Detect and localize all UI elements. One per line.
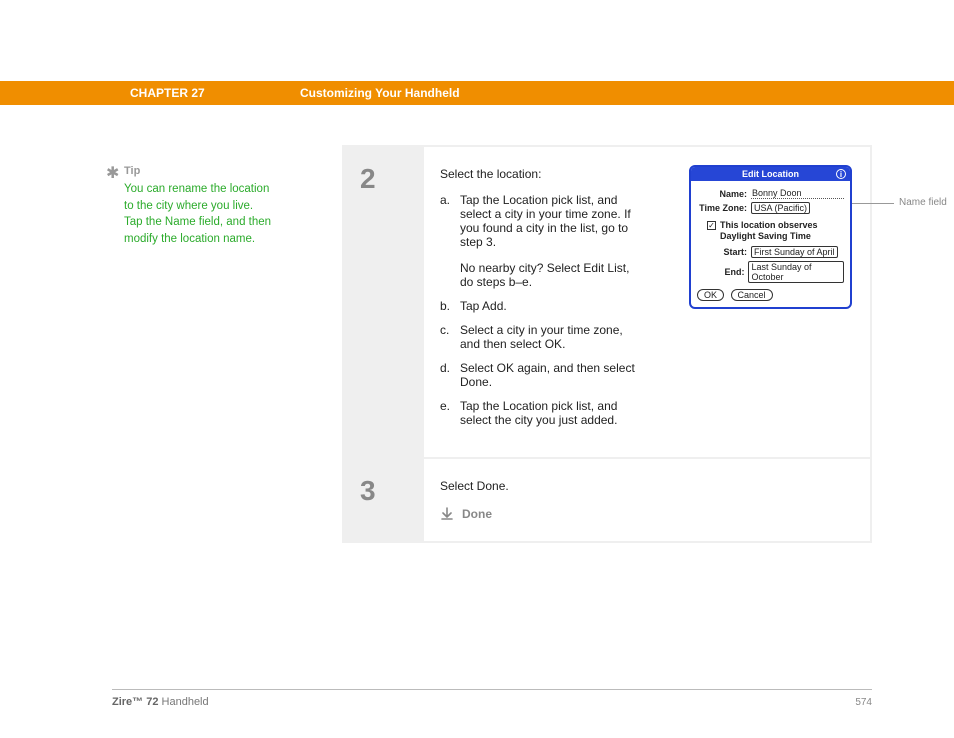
dialog-name-field[interactable]: Bonny Doon [751,188,844,199]
dialog-body: Name: Bonny Doon Time Zone: USA (Pacific… [691,181,850,307]
step-3-row: 3 Select Done. Done [344,459,870,541]
step-2-row: 2 Select the location: a. Tap the Locati… [344,147,870,459]
chapter-title: Customizing Your Handheld [300,86,460,100]
callout-name-field: Name field [899,197,947,208]
dialog-name-label: Name: [697,189,751,199]
step-2c-text: Select a city in your time zone, and the… [460,323,635,351]
info-icon[interactable]: i [836,169,846,179]
done-row: Done [440,507,852,521]
step-3-text: Select Done. [440,479,852,493]
dialog-start-label: Start: [697,247,751,257]
tip-body: You can rename the location to the city … [124,181,274,248]
dialog-tz-select[interactable]: USA (Pacific) [751,202,810,214]
steps-panel: 2 Select the location: a. Tap the Locati… [342,145,872,543]
dst-text: This location observes Daylight Saving T… [720,220,844,242]
dialog-name-row: Name: Bonny Doon [697,188,844,199]
footer-page-number: 574 [855,697,872,708]
dialog-start-select[interactable]: First Sunday of April [751,246,838,258]
dialog-buttons: OK Cancel [697,289,844,301]
dialog-dst-row: ✓ This location observes Daylight Saving… [707,220,844,242]
footer-rule [112,689,872,690]
step-2d-text: Select OK again, and then select Done. [460,361,635,389]
step-2a-text: Tap the Location pick list, and select a… [460,193,635,289]
footer-product-bold: Zire™ 72 [112,696,158,708]
dialog-start-row: Start: First Sunday of April [697,246,844,258]
step-2c: c. Select a city in your time zone, and … [440,323,852,351]
step-2b-text: Tap Add. [460,299,635,313]
step-2b-letter: b. [440,299,460,313]
step-2e-letter: e. [440,399,460,427]
done-arrow-icon [440,507,454,521]
step-2-body: Select the location: a. Tap the Location… [424,147,870,457]
step-2d: d. Select OK again, and then select Done… [440,361,852,389]
dialog-title-text: Edit Location [742,169,799,179]
footer-product: Zire™ 72 Handheld [112,696,209,708]
dialog-end-row: End: Last Sunday of October [697,261,844,283]
step-2a-sub: No nearby city? Select Edit List, do ste… [460,261,635,289]
ok-button[interactable]: OK [697,289,724,301]
dialog-tz-label: Time Zone: [697,203,751,213]
dialog-end-select[interactable]: Last Sunday of October [748,261,844,283]
step-3-body: Select Done. Done [424,459,870,541]
chapter-label: CHAPTER 27 [130,86,300,100]
footer-product-rest: Handheld [158,696,208,708]
callout-line [852,203,894,204]
edit-location-dialog-wrap: Edit Location i Name: Bonny Doon Time Zo… [689,165,852,309]
step-2e: e. Tap the Location pick list, and selec… [440,399,852,427]
step-2a-main: Tap the Location pick list, and select a… [460,193,631,249]
dst-checkbox[interactable]: ✓ [707,221,716,230]
step-3-number: 3 [344,459,424,541]
cancel-button[interactable]: Cancel [731,289,773,301]
step-2e-text: Tap the Location pick list, and select t… [460,399,635,427]
dialog-tz-row: Time Zone: USA (Pacific) [697,202,844,214]
dialog-end-label: End: [697,267,748,277]
edit-location-dialog: Edit Location i Name: Bonny Doon Time Zo… [689,165,852,309]
step-2-number: 2 [344,147,424,457]
tip-label: Tip [124,165,140,177]
step-2a-letter: a. [440,193,460,289]
asterisk-icon: ✱ [106,163,119,183]
chapter-header: CHAPTER 27 Customizing Your Handheld [0,81,954,105]
done-label: Done [462,507,492,521]
step-2c-letter: c. [440,323,460,351]
step-2d-letter: d. [440,361,460,389]
dialog-title-bar: Edit Location i [691,167,850,181]
